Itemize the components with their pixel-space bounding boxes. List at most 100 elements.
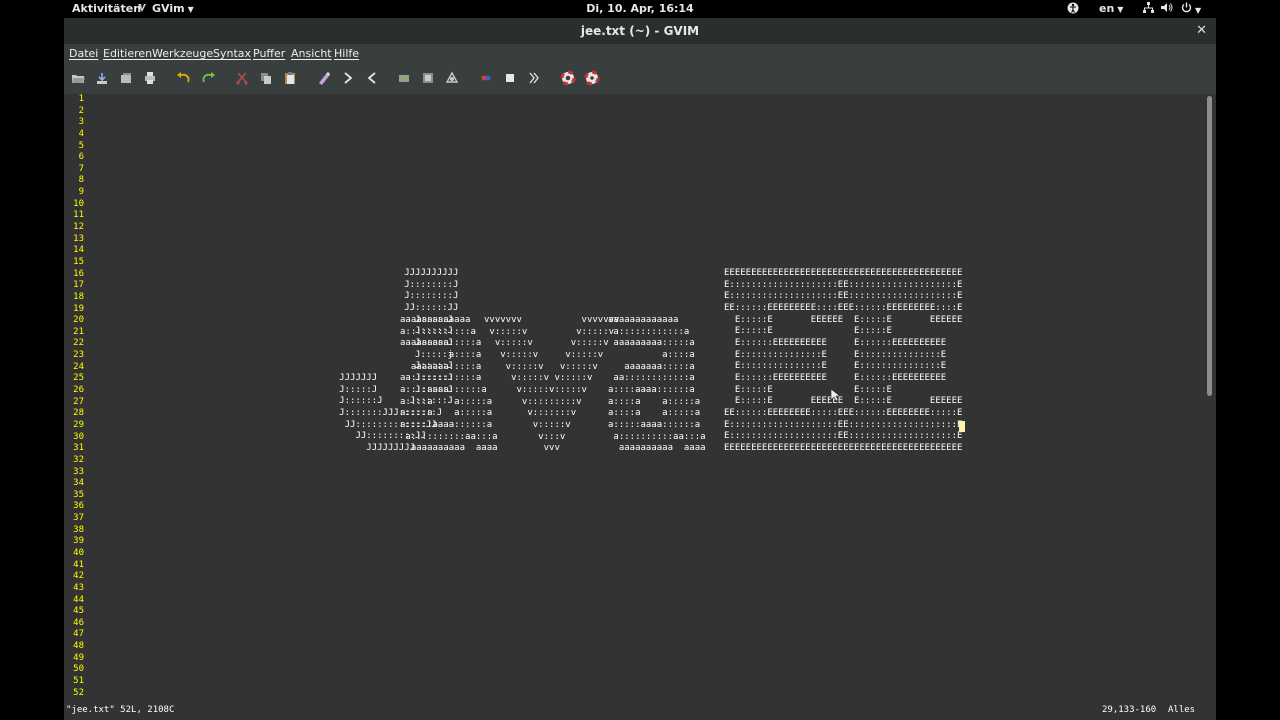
undo-icon[interactable] (176, 70, 192, 86)
make-icon[interactable] (478, 70, 494, 86)
line-number: 25 (73, 373, 84, 384)
power-caret-icon: ▼ (1195, 6, 1202, 15)
line-number: 36 (73, 501, 84, 512)
line-number: 39 (73, 536, 84, 547)
copy-icon[interactable] (258, 70, 274, 86)
menu-werkzeuge[interactable]: Werkzeuge (152, 47, 213, 60)
toolbar (64, 66, 1216, 90)
ascii-letters-e: EEEEEEEEEEEEEEEEEEEEEEEEEEEEEEEEEEEEEEEE… (724, 268, 963, 453)
save-all-icon[interactable] (118, 70, 134, 86)
window-title: jee.txt (~) - GVIM (580, 24, 700, 38)
save-icon[interactable] (94, 70, 110, 86)
line-number: 37 (73, 513, 84, 524)
find-next-icon[interactable] (340, 70, 356, 86)
power-icon (1181, 2, 1192, 13)
line-number: 10 (73, 198, 84, 209)
redo-icon[interactable] (200, 70, 216, 86)
text-cursor (959, 421, 965, 432)
scrollbar-thumb[interactable] (1207, 96, 1212, 396)
power-menu[interactable]: ▼ (1181, 2, 1205, 18)
file-info: "jee.txt" 52L, 2108C (66, 705, 175, 715)
find-prev-icon[interactable] (364, 70, 380, 86)
line-number: 12 (73, 222, 84, 233)
line-number: 14 (73, 245, 84, 256)
line-number: 33 (73, 466, 84, 477)
ascii-letter-v: vvvvvvv vvvvvvv v:::::v v:::::v v:::::v … (484, 315, 620, 454)
line-number: 29 (73, 419, 84, 430)
menu-editieren[interactable]: Editieren (103, 47, 152, 60)
line-number: 28 (73, 408, 84, 419)
run-script-icon[interactable] (444, 70, 460, 86)
line-number: 18 (73, 291, 84, 302)
line-number: 32 (73, 454, 84, 465)
keyboard-layout-caret-icon: ▼ (1117, 5, 1124, 14)
line-number: 30 (73, 431, 84, 442)
line-number: 16 (73, 268, 84, 279)
gnome-top-bar: Aktivitäten GVim ▼ Di, 10. Apr, 16:14 en ▼… (0, 0, 1280, 18)
line-number: 52 (73, 687, 84, 696)
line-number: 43 (73, 582, 84, 593)
line-number: 46 (73, 617, 84, 628)
window-titlebar[interactable]: jee.txt (~) - GVIM ✕ (64, 18, 1216, 44)
menu-ansicht[interactable]: Ansicht (291, 47, 332, 60)
line-number: 42 (73, 571, 84, 582)
help-icon[interactable] (560, 70, 576, 86)
line-number: 38 (73, 524, 84, 535)
replace-icon[interactable] (316, 70, 332, 86)
shell-icon[interactable] (502, 70, 518, 86)
network-icon[interactable] (1143, 2, 1155, 17)
line-number: 40 (73, 547, 84, 558)
print-icon[interactable] (142, 70, 158, 86)
line-number: 24 (73, 361, 84, 372)
line-number: 26 (73, 385, 84, 396)
mouse-pointer-icon (830, 388, 840, 402)
line-number: 17 (73, 280, 84, 291)
line-number: 4 (78, 128, 84, 139)
line-number: 7 (78, 163, 84, 174)
line-number: 3 (78, 117, 84, 128)
menu-puffer[interactable]: Puffer (253, 47, 285, 60)
ctags-icon[interactable] (526, 70, 542, 86)
line-number: 15 (73, 256, 84, 267)
gvim-window: jee.txt (~) - GVIM ✕ Datei Editieren Wer… (64, 18, 1216, 720)
volume-icon[interactable] (1161, 2, 1173, 17)
line-number-gutter: 1 2 3 4 5 6 7 8 9 10 11 12 13 14 15 16 17 18 19 20 21 22 23 24 2… (64, 94, 84, 696)
line-number: 5 (78, 140, 84, 151)
open-icon[interactable] (70, 70, 86, 86)
ascii-letter-a-second: aaaaaaaaaaaaa a::::::::::::a aaaaaaaaa::… (608, 315, 706, 454)
line-number: 20 (73, 315, 84, 326)
save-session-icon[interactable] (420, 70, 436, 86)
line-number: 1 (78, 94, 84, 104)
line-number: 50 (73, 664, 84, 675)
find-help-icon[interactable] (584, 70, 600, 86)
close-button[interactable]: ✕ (1196, 23, 1207, 38)
load-session-icon[interactable] (396, 70, 412, 86)
line-number: 49 (73, 652, 84, 663)
accessibility-icon[interactable] (1067, 2, 1081, 18)
menu-syntax[interactable]: Syntax (213, 47, 251, 60)
menu-bar: Datei Editieren Werkzeuge Syntax Puffer … (64, 44, 1216, 64)
line-number: 21 (73, 326, 84, 337)
line-number: 45 (73, 606, 84, 617)
keyboard-layout-label: en (1099, 2, 1115, 15)
line-number: 27 (73, 396, 84, 407)
line-number: 6 (78, 152, 84, 163)
line-number: 2 (78, 105, 84, 116)
keyboard-layout-indicator[interactable]: en ▼ (1099, 2, 1123, 17)
line-number: 19 (73, 303, 84, 314)
line-number: 41 (73, 559, 84, 570)
paste-icon[interactable] (282, 70, 298, 86)
editor-text-area[interactable]: 1 2 3 4 5 6 7 8 9 10 11 12 13 14 15 16 17 18 19 20 21 22 23 24 2… (64, 94, 1204, 696)
clock[interactable]: Di, 10. Apr, 16:14 (0, 2, 1280, 16)
line-number: 31 (73, 443, 84, 454)
menu-hilfe[interactable]: Hilfe (334, 47, 359, 60)
cut-icon[interactable] (234, 70, 250, 86)
ascii-letter-a-first: aaaaaaaaaaaaa a::::::::::::a aaaaaaaaa::… (400, 315, 498, 454)
scroll-position: Alles (1168, 705, 1196, 715)
line-number: 51 (73, 676, 84, 687)
vertical-scrollbar[interactable] (1204, 94, 1216, 696)
line-number: 44 (73, 594, 84, 605)
line-number: 47 (73, 629, 84, 640)
line-number: 22 (73, 338, 84, 349)
menu-datei[interactable]: Datei (69, 47, 98, 60)
